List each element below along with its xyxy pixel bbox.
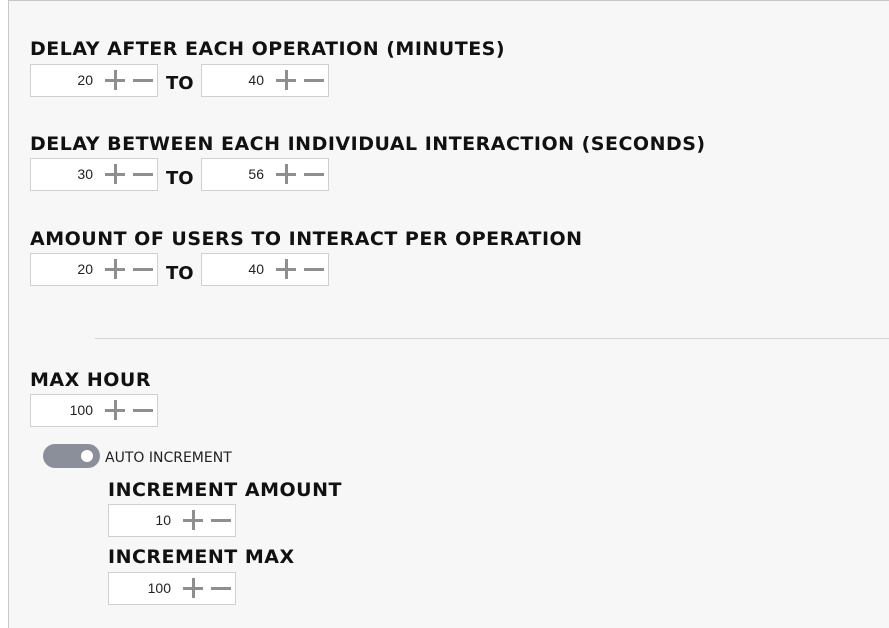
max-hour-stepper[interactable]: 100 (30, 394, 158, 427)
users-per-operation-label: AMOUNT OF USERS TO INTERACT PER OPERATIO… (30, 228, 583, 250)
plus-icon[interactable] (183, 578, 203, 598)
increment-max-label: INCREMENT MAX (108, 546, 295, 568)
delay-after-operation-to-stepper[interactable]: 40 (201, 64, 329, 97)
stepper-value[interactable]: 30 (38, 159, 93, 190)
increment-amount-label: INCREMENT AMOUNT (108, 479, 342, 501)
to-label: TO (166, 168, 194, 189)
increment-max-stepper[interactable]: 100 (108, 572, 236, 605)
minus-icon[interactable] (304, 70, 324, 90)
plus-icon[interactable] (276, 70, 296, 90)
plus-icon[interactable] (105, 164, 125, 184)
plus-icon[interactable] (183, 510, 203, 530)
toggle-knob (81, 450, 93, 462)
stepper-value[interactable]: 40 (209, 65, 264, 96)
minus-icon[interactable] (133, 70, 153, 90)
increment-amount-stepper[interactable]: 10 (108, 504, 236, 537)
auto-increment-label: AUTO INCREMENT (105, 450, 232, 466)
stepper-value[interactable]: 40 (209, 254, 264, 285)
delay-between-interaction-label: DELAY BETWEEN EACH INDIVIDUAL INTERACTIO… (30, 133, 706, 155)
delay-after-operation-from-stepper[interactable]: 20 (30, 64, 158, 97)
delay-after-operation-label: DELAY AFTER EACH OPERATION (MINUTES) (30, 38, 506, 60)
users-per-operation-to-stepper[interactable]: 40 (201, 253, 329, 286)
users-per-operation-from-stepper[interactable]: 20 (30, 253, 158, 286)
stepper-value[interactable]: 56 (209, 159, 264, 190)
auto-increment-toggle[interactable] (43, 444, 100, 468)
max-hour-label: MAX HOUR (30, 369, 151, 391)
stepper-value[interactable]: 100 (116, 573, 171, 604)
settings-panel: DELAY AFTER EACH OPERATION (MINUTES) 20 … (8, 0, 889, 628)
plus-icon[interactable] (276, 164, 296, 184)
plus-icon[interactable] (105, 259, 125, 279)
to-label: TO (166, 263, 194, 284)
minus-icon[interactable] (133, 259, 153, 279)
minus-icon[interactable] (211, 578, 231, 598)
minus-icon[interactable] (304, 164, 324, 184)
stepper-value[interactable]: 20 (38, 254, 93, 285)
plus-icon[interactable] (105, 400, 125, 420)
stepper-value[interactable]: 10 (116, 505, 171, 536)
section-divider (95, 338, 889, 339)
plus-icon[interactable] (105, 70, 125, 90)
minus-icon[interactable] (133, 164, 153, 184)
minus-icon[interactable] (211, 510, 231, 530)
plus-icon[interactable] (276, 259, 296, 279)
minus-icon[interactable] (133, 400, 153, 420)
minus-icon[interactable] (304, 259, 324, 279)
stepper-value[interactable]: 20 (38, 65, 93, 96)
stepper-value[interactable]: 100 (38, 395, 93, 426)
delay-between-interaction-to-stepper[interactable]: 56 (201, 158, 329, 191)
to-label: TO (166, 73, 194, 94)
delay-between-interaction-from-stepper[interactable]: 30 (30, 158, 158, 191)
